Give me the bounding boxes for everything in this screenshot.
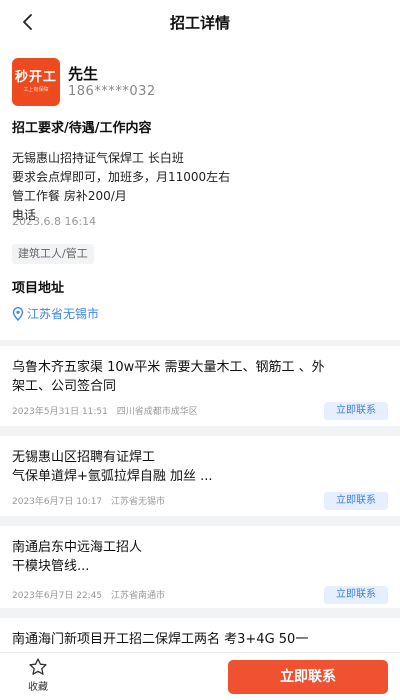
job-description: 无锡惠山招持证气保焊工 长白班 要求会点焊即可，加班多，月11000左右 管工作… [12,149,388,225]
job-meta: 2023年6月7日 10:17 江苏省无锡市 [12,494,165,507]
job-meta: 2023年6月7日 22:45 江苏省南通市 [12,588,165,601]
location-text: 江苏省无锡市 [27,307,100,321]
job-title-line: 无锡惠山区招聘有证焊工 [12,450,156,465]
job-date: 2023年5月31日 11:51 [12,407,108,417]
job-card[interactable]: 乌鲁木齐五家渠 10w平米 需要大量木工、钢筋工 、外 架工、公司签合同 202… [0,346,400,426]
chevron-left-icon [23,14,32,30]
job-date: 2023年6月7日 10:17 [12,497,103,507]
poster-name: 先生 [68,65,99,83]
contact-now-button[interactable]: 立即联系 [324,586,388,604]
job-place: 江苏省无锡市 [111,497,166,507]
poster-avatar: 秒开工 工上有保障 [12,58,60,106]
job-place: 江苏省南通市 [111,591,166,601]
description-line: 要求会点焊即可，加班多，月11000左右 [12,170,231,184]
job-card[interactable]: 南通启东中远海工招人 干模块管线... 2023年6月7日 22:45 江苏省南… [0,526,400,608]
job-title-line: 乌鲁木齐五家渠 10w平米 需要大量木工、钢筋工 、外 [12,360,325,375]
job-meta: 2023年5月31日 11:51 四川省成都市成华区 [12,404,198,417]
job-date: 2023年6月7日 22:45 [12,591,103,601]
location-heading: 项目地址 [12,281,65,296]
logo-subtext: 工上有保障 [23,87,49,93]
job-title-line: 干模块管线... [12,559,90,574]
star-icon [29,658,47,675]
bottom-action-bar: 收藏 立即联系 [0,652,400,700]
map-pin-icon [12,306,24,321]
contact-now-main-button[interactable]: 立即联系 [228,660,388,694]
job-category-tag: 建筑工人/管工 [12,244,94,264]
job-card[interactable]: 南通海门新项目开工招二保焊工两名 考3+4G 50一 [0,618,400,652]
description-line: 管工作餐 房补200/月 [12,189,127,203]
top-bar: 招工详情 [0,0,400,44]
location-link[interactable]: 江苏省无锡市 [12,305,99,322]
contact-now-button[interactable]: 立即联系 [324,402,388,420]
description-line: 无锡惠山招持证气保焊工 长白班 [12,151,184,165]
job-title-line: 架工、公司签合同 [12,379,117,394]
job-title-line: 气保单道焊+氩弧拉焊自融 加丝 ... [12,469,213,484]
poster-phone: 186*****032 [68,84,156,99]
favorite-label: 收藏 [28,682,48,693]
logo-text: 秒开工 [14,70,57,85]
contact-now-button[interactable]: 立即联系 [324,492,388,510]
post-time: 2023.6.8 16:14 [12,215,97,228]
job-place: 四川省成都市成华区 [116,407,198,417]
job-title-line: 南通启东中远海工招人 [12,540,143,555]
job-card[interactable]: 无锡惠山区招聘有证焊工 气保单道焊+氩弧拉焊自融 加丝 ... 2023年6月7… [0,436,400,516]
job-detail-panel: 秒开工 工上有保障 先生 186*****032 招工要求/待遇/工作内容 无锡… [0,44,400,340]
requirements-heading: 招工要求/待遇/工作内容 [12,121,152,136]
job-title-line: 南通海门新项目开工招二保焊工两名 考3+4G 50一 [12,632,309,647]
favorite-button[interactable]: 收藏 [20,657,56,693]
back-button[interactable] [14,8,42,36]
page-title: 招工详情 [169,13,230,32]
